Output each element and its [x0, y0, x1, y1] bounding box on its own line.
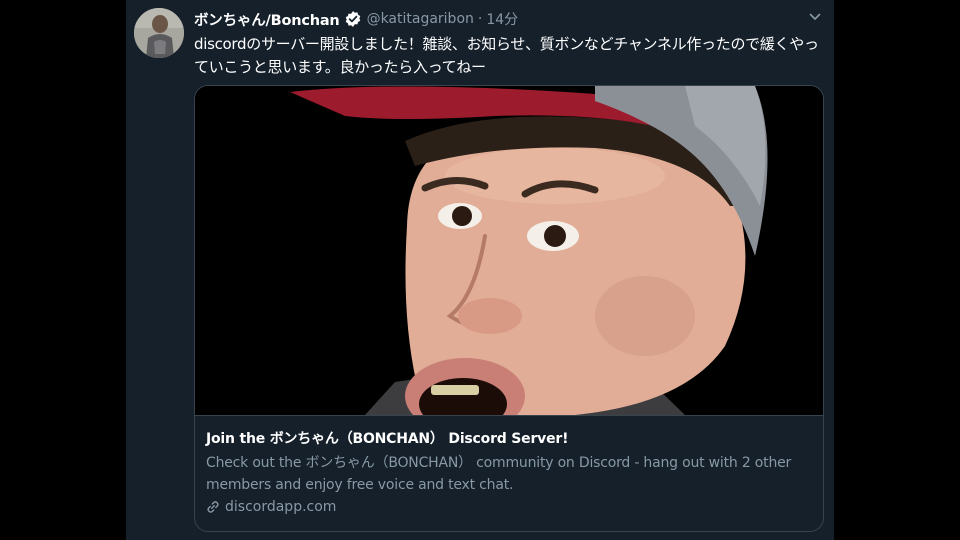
tweet[interactable]: ボンちゃん/Bonchan @katitagaribon · 14分 disco…: [126, 0, 834, 540]
separator-dot: ·: [477, 11, 483, 27]
card-description: Check out the ボンちゃん（BONCHAN） community o…: [206, 455, 792, 493]
card-title[interactable]: Join the ボンちゃん（BONCHAN） Discord Server!: [206, 428, 568, 448]
display-name[interactable]: ボンちゃん/Bonchan: [194, 9, 340, 30]
timestamp[interactable]: 14分: [486, 9, 518, 29]
avatar[interactable]: [134, 8, 184, 58]
user-handle[interactable]: @katitagaribon: [367, 11, 474, 27]
screen: ボンちゃん/Bonchan @katitagaribon · 14分 disco…: [0, 0, 960, 540]
tweet-header: ボンちゃん/Bonchan @katitagaribon · 14分: [194, 8, 518, 30]
tweet-text: discordのサーバー開設しました！雑談、お知らせ、質ボンなどチャンネル作った…: [194, 35, 819, 76]
card-domain-text[interactable]: discordapp.com: [225, 499, 336, 515]
card-body[interactable]: Join the ボンちゃん（BONCHAN） Discord Server! …: [195, 415, 823, 531]
card-image[interactable]: [195, 86, 823, 415]
verified-badge-icon: [344, 10, 362, 28]
card-domain[interactable]: discordapp.com: [206, 499, 336, 515]
link-card[interactable]: Join the ボンちゃん（BONCHAN） Discord Server! …: [194, 85, 824, 532]
link-icon: [207, 501, 219, 513]
chevron-down-icon[interactable]: [808, 10, 822, 24]
